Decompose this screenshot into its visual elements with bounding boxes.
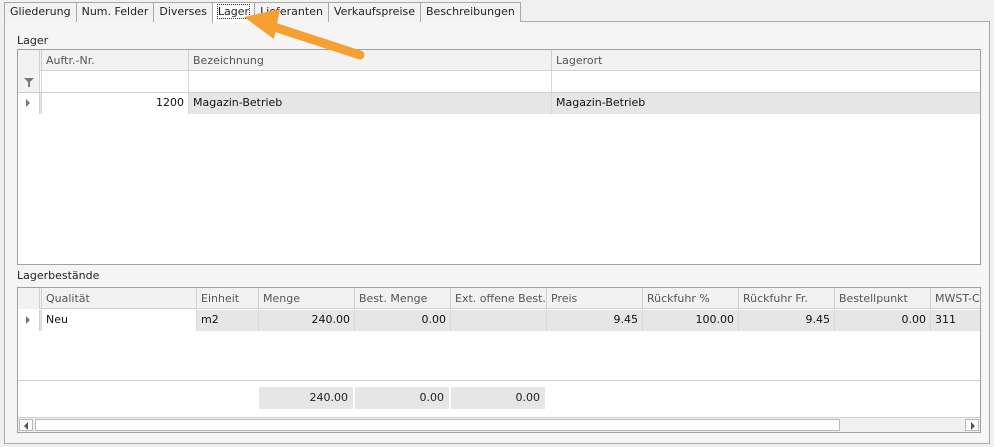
tab-strip: Gliederung Num. Felder Diverses Lager Li…	[4, 2, 521, 23]
lager-row[interactable]: 1200 Magazin-Betrieb Magazin-Betrieb	[18, 93, 980, 114]
bestaende-row[interactable]: Neu m2 240.00 0.00 9.45 100.00 9.45 0.00…	[18, 310, 980, 331]
cell-einheit[interactable]: m2	[196, 310, 258, 331]
cell-preis[interactable]: 9.45	[546, 310, 642, 331]
filter-lagerort[interactable]	[551, 71, 980, 92]
row-indicator-icon	[26, 316, 30, 324]
tab-diverses[interactable]: Diverses	[153, 2, 213, 22]
filter-funnel-icon	[24, 78, 34, 87]
bestaende-group-title: Lagerbestände	[17, 269, 100, 282]
sum-menge: 240.00	[259, 387, 353, 409]
col-rueckfuhr-fr[interactable]: Rückfuhr Fr.	[738, 288, 834, 309]
tab-num-felder[interactable]: Num. Felder	[75, 2, 155, 22]
tab-lager-label: Lager	[216, 4, 251, 19]
tab-lieferanten[interactable]: Lieferanten	[254, 2, 329, 22]
col-einheit[interactable]: Einheit	[196, 288, 258, 309]
cell-ext-offene[interactable]	[450, 310, 546, 331]
scroll-thumb[interactable]	[35, 419, 840, 431]
lager-grid-header: Auftr.-Nr. Bezeichnung Lagerort	[18, 50, 980, 71]
lager-filter-row	[18, 71, 980, 93]
lager-group-title: Lager	[17, 34, 49, 47]
cell-best-menge[interactable]: 0.00	[354, 310, 450, 331]
scroll-left-button[interactable]	[19, 419, 33, 431]
cell-qualitaet[interactable]: Neu	[41, 310, 196, 331]
sum-best-menge: 0.00	[355, 387, 449, 409]
col-bezeichnung[interactable]: Bezeichnung	[188, 50, 551, 71]
cell-menge[interactable]: 240.00	[258, 310, 354, 331]
scroll-right-button[interactable]	[965, 419, 979, 431]
cell-bestellpunkt[interactable]: 0.00	[834, 310, 930, 331]
cell-lagerort[interactable]: Magazin-Betrieb	[551, 93, 980, 114]
tab-gliederung[interactable]: Gliederung	[4, 2, 77, 22]
col-ext-offene-best[interactable]: Ext. offene Best...	[450, 288, 546, 309]
header-indicator	[18, 50, 40, 71]
col-lagerort[interactable]: Lagerort	[551, 50, 980, 71]
col-best-menge[interactable]: Best. Menge	[354, 288, 450, 309]
col-qualitaet[interactable]: Qualität	[41, 288, 196, 309]
bestaende-grid-header: Qualität Einheit Menge Best. Menge Ext. …	[18, 288, 980, 309]
header-indicator	[18, 288, 40, 309]
horizontal-scrollbar[interactable]	[18, 417, 980, 432]
scroll-left-icon	[24, 422, 28, 430]
col-preis[interactable]: Preis	[546, 288, 642, 309]
row-indicator	[18, 310, 40, 331]
col-auftr-nr[interactable]: Auftr.-Nr.	[41, 50, 188, 71]
col-mwst[interactable]: MWST-Co	[930, 288, 980, 309]
bestaende-grid[interactable]: Qualität Einheit Menge Best. Menge Ext. …	[17, 287, 981, 433]
tab-verkaufspreise[interactable]: Verkaufspreise	[327, 2, 421, 22]
col-menge[interactable]: Menge	[258, 288, 354, 309]
sum-ext-offene: 0.00	[451, 387, 545, 409]
lager-grid[interactable]: Auftr.-Nr. Bezeichnung Lagerort 1200 Mag…	[17, 49, 981, 265]
cell-rueckfuhr-pct[interactable]: 100.00	[642, 310, 738, 331]
col-rueckfuhr-pct[interactable]: Rückfuhr %	[642, 288, 738, 309]
cell-bezeichnung[interactable]: Magazin-Betrieb	[188, 93, 551, 114]
col-bestellpunkt[interactable]: Bestellpunkt	[834, 288, 930, 309]
filter-bezeichnung[interactable]	[188, 71, 551, 92]
filter-auftr-nr[interactable]	[41, 71, 188, 92]
row-indicator-icon	[26, 99, 30, 107]
filter-indicator	[18, 71, 40, 92]
cell-mwst[interactable]: 311	[930, 310, 980, 331]
cell-auftr-nr[interactable]: 1200	[41, 93, 188, 114]
tab-beschreibungen[interactable]: Beschreibungen	[420, 2, 521, 22]
bestaende-footer: 240.00 0.00 0.00	[18, 380, 980, 412]
row-indicator	[18, 93, 40, 114]
cell-rueckfuhr-fr[interactable]: 9.45	[738, 310, 834, 331]
scroll-right-icon	[971, 422, 975, 430]
tab-lager[interactable]: Lager	[211, 2, 256, 23]
tab-panel: Lager Auftr.-Nr. Bezeichnung Lagerort 12…	[4, 21, 990, 444]
